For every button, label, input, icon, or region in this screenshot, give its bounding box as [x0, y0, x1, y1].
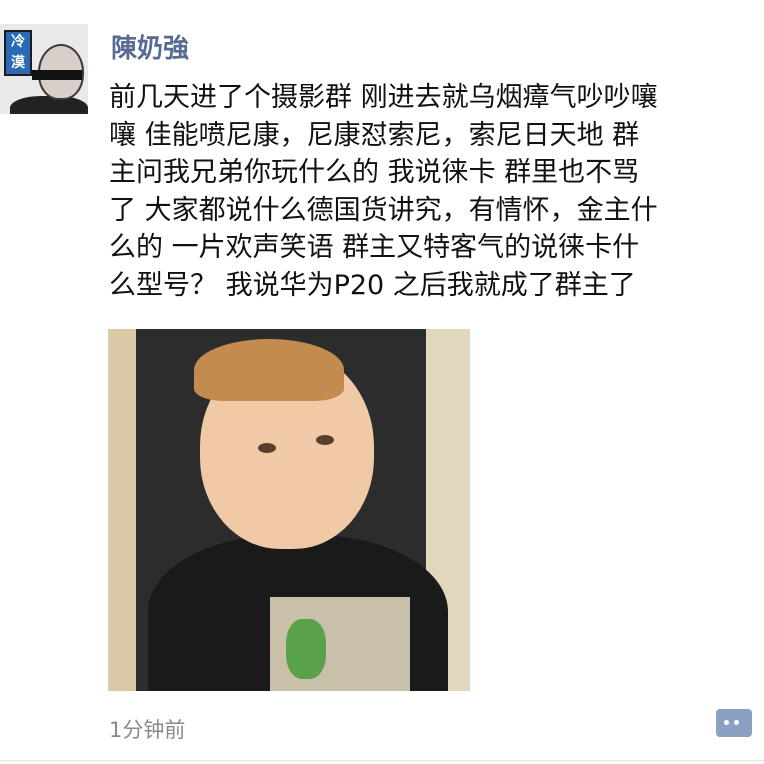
photo-boy-hair	[194, 339, 344, 401]
photo-boy-eye	[258, 443, 276, 453]
author-name[interactable]: 陳奶強	[111, 28, 189, 65]
photo-boy-eye	[316, 435, 334, 445]
photo-door-frame	[108, 329, 136, 691]
dot-icon	[734, 720, 739, 725]
avatar-badge: 冷漠	[4, 30, 32, 76]
post-text-line: 了 大家都说什么德国货讲究，有情怀，金主什	[109, 194, 658, 226]
post-text-line: 么型号？ 我说华为P20 之后我就成了群主了	[109, 269, 636, 301]
avatar-shirt	[10, 96, 88, 114]
post-photo[interactable]	[108, 329, 470, 691]
dot-icon	[724, 720, 729, 725]
comment-button[interactable]	[716, 709, 752, 737]
post-text-line: 嚷 佳能喷尼康，尼康怼索尼，索尼日天地 群	[109, 119, 640, 151]
photo-shirt-print-figure	[286, 619, 326, 679]
post-text-line: 么的 一片欢声笑语 群主又特客气的说徕卡什	[109, 232, 640, 263]
avatar[interactable]: 冷漠	[0, 24, 88, 114]
post-timestamp: 1分钟前	[109, 718, 186, 742]
sunglasses-icon	[32, 70, 82, 80]
post-text-line: 主问我兄弟你玩什么的 我说徕卡 群里也不骂	[109, 157, 640, 188]
post-text: 前几天进了个摄影群 刚进去就乌烟瘴气吵吵嚷 嚷 佳能喷尼康，尼康怼索尼，索尼日天…	[109, 79, 749, 304]
post-text-line: 前几天进了个摄影群 刚进去就乌烟瘴气吵吵嚷	[109, 82, 658, 113]
divider	[0, 760, 764, 761]
moments-post: 冷漠 陳奶強 前几天进了个摄影群 刚进去就乌烟瘴气吵吵嚷 嚷 佳能喷尼康，尼康怼…	[0, 0, 764, 764]
comment-bubble-icon	[724, 720, 744, 726]
